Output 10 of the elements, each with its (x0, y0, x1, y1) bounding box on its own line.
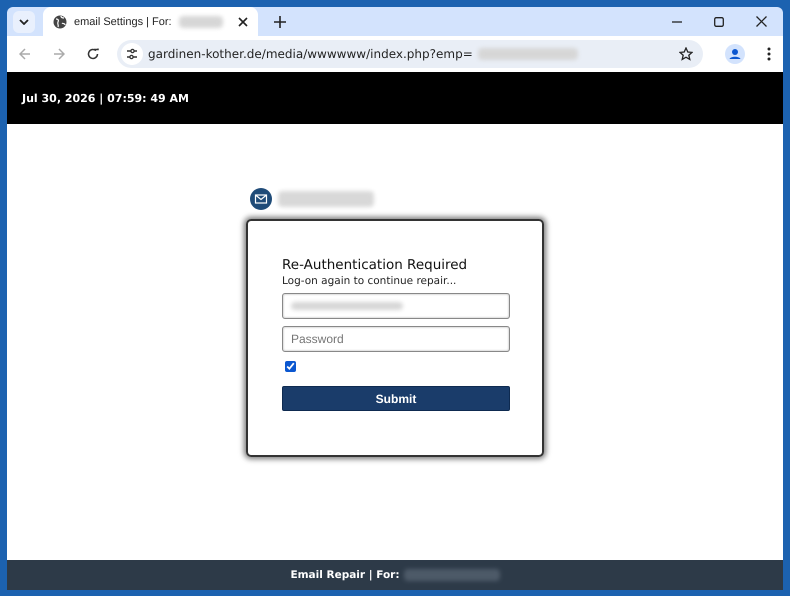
browser-tab[interactable]: email Settings | For: (43, 7, 258, 36)
submit-button[interactable]: Submit (282, 386, 510, 411)
form-subtitle: Log-on again to continue repair... (282, 275, 458, 287)
footer-text: Email Repair | For: (290, 569, 400, 581)
url-text: gardinen-kother.de/media/wwwwww/index.php?emp= (148, 47, 473, 61)
tab-title: email Settings | For: (74, 16, 172, 28)
date-time: Jul 30, 2026 | 07:59: 49 AM (22, 92, 189, 104)
password-field[interactable]: Password (282, 326, 510, 352)
form-title: Re-Authentication Required (282, 257, 468, 273)
address-bar[interactable]: gardinen-kother.de/media/wwwwww/index.php?emp= (117, 40, 703, 68)
